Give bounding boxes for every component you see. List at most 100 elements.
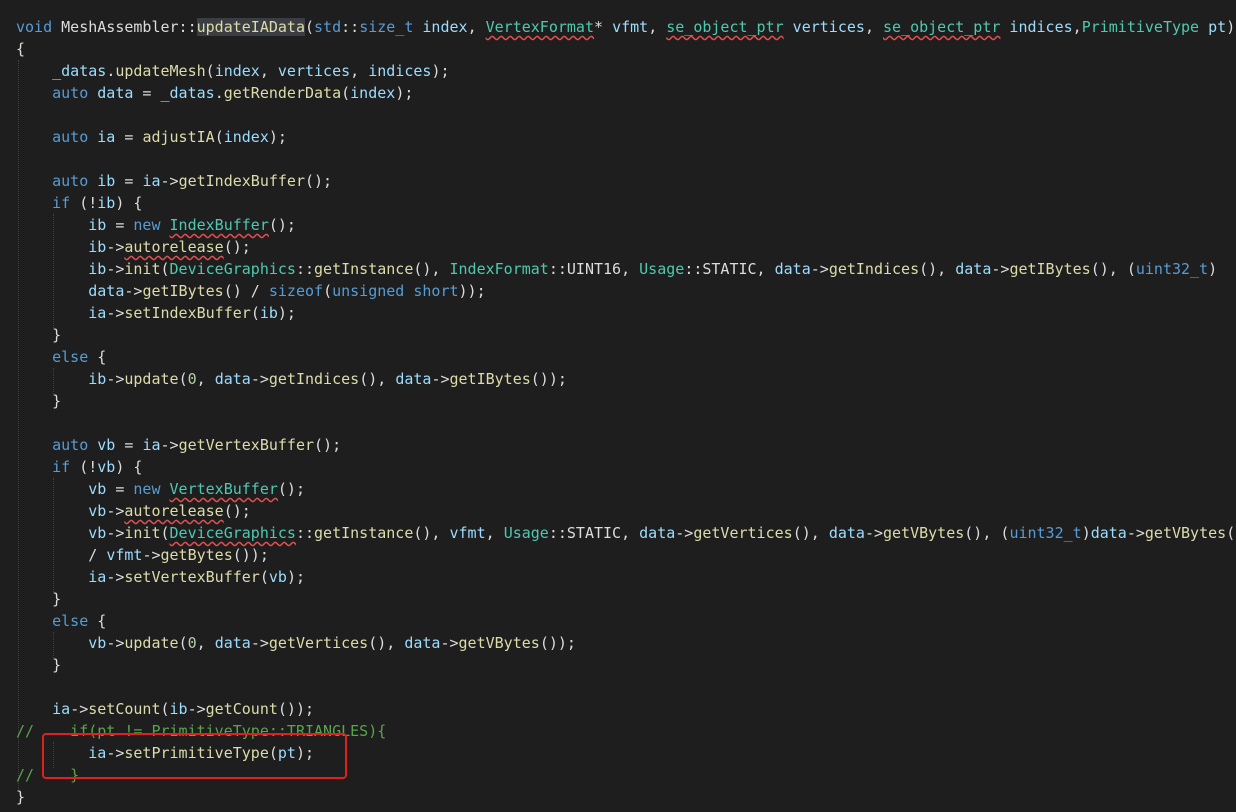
code-token: -> <box>864 524 883 542</box>
code-token: (), <box>413 524 450 542</box>
code-token: (); <box>277 480 305 498</box>
code-line[interactable]: ib->init(DeviceGraphics::getInstance(), … <box>16 258 1217 280</box>
code-token: , <box>259 62 278 80</box>
code-line[interactable]: else { <box>16 610 106 632</box>
code-token: { <box>16 40 26 58</box>
code-token: setVertexBuffer <box>124 568 260 586</box>
code-line[interactable]: vb->update(0, data->getVertices(), data-… <box>16 632 576 654</box>
code-line[interactable]: ia->setCount(ib->getCount()); <box>16 698 314 720</box>
code-line[interactable]: vb->init(DeviceGraphics::getInstance(), … <box>16 522 1236 544</box>
code-token: IndexFormat <box>449 260 549 278</box>
code-token: vb <box>97 458 116 476</box>
code-line[interactable]: _datas.updateMesh(index, vertices, indic… <box>16 60 449 82</box>
code-token: ()); <box>277 700 315 718</box>
code-token: ib <box>88 216 107 234</box>
code-token: ia <box>88 304 107 322</box>
code-token: pt <box>1199 18 1227 36</box>
code-token: data <box>828 524 865 542</box>
code-token: } <box>16 656 62 674</box>
code-token: -> <box>991 260 1010 278</box>
code-token: se_object_ptr <box>666 18 784 36</box>
code-token: ( <box>205 62 215 80</box>
code-line[interactable]: void MeshAssembler::updateIAData(std::si… <box>16 16 1235 38</box>
code-token: = <box>115 436 143 454</box>
highlight-box <box>42 733 347 779</box>
code-token: data <box>955 260 992 278</box>
code-token: () / <box>223 282 269 300</box>
code-token: new <box>133 480 170 498</box>
code-editor[interactable]: void MeshAssembler::updateIAData(std::si… <box>0 0 1236 812</box>
code-token: ib <box>169 700 188 718</box>
code-token: = <box>106 480 134 498</box>
code-line[interactable]: ib = new IndexBuffer(); <box>16 214 296 236</box>
code-token: if <box>52 194 80 212</box>
code-token: , <box>485 524 504 542</box>
code-token: data <box>214 370 251 388</box>
code-token: getRenderData <box>223 84 342 102</box>
code-line[interactable]: ia->setVertexBuffer(vb); <box>16 566 305 588</box>
code-line[interactable]: if (!ib) { <box>16 192 142 214</box>
code-token: ()); <box>539 634 576 652</box>
code-line[interactable]: auto vb = ia->getVertexBuffer(); <box>16 434 341 456</box>
code-token: . <box>106 62 116 80</box>
code-token: ); <box>395 84 414 102</box>
code-line[interactable]: vb->autorelease(); <box>16 500 251 522</box>
code-line[interactable]: { <box>16 38 25 60</box>
code-line[interactable]: auto data = _datas.getRenderData(index); <box>16 82 413 104</box>
code-token: _datas <box>160 84 215 102</box>
code-line[interactable]: } <box>16 324 61 346</box>
code-token: ( <box>323 282 333 300</box>
code-token: VertexBuffer <box>169 480 278 498</box>
code-token: } <box>16 590 62 608</box>
code-token: } <box>16 326 62 344</box>
code-line[interactable]: vb = new VertexBuffer(); <box>16 478 305 500</box>
code-token: ) <box>1081 524 1091 542</box>
code-line[interactable]: else { <box>16 346 106 368</box>
code-token: void <box>16 18 62 36</box>
code-token: DeviceGraphics <box>169 524 296 542</box>
code-token: (! <box>79 194 98 212</box>
code-token: -> <box>106 260 125 278</box>
code-line[interactable]: / vfmt->getBytes()); <box>16 544 269 566</box>
code-line[interactable]: ib->autorelease(); <box>16 236 251 258</box>
code-line[interactable]: auto ia = adjustIA(index); <box>16 126 287 148</box>
code-token: getCount <box>205 700 278 718</box>
code-token: (); <box>268 216 296 234</box>
code-token: = <box>133 84 161 102</box>
code-token: getVertexBuffer <box>178 436 315 454</box>
code-line[interactable]: auto ib = ia->getIndexBuffer(); <box>16 170 332 192</box>
code-line[interactable]: ib->update(0, data->getIndices(), data->… <box>16 368 567 390</box>
code-token: ( <box>160 260 170 278</box>
code-line[interactable]: data->getIBytes() / sizeof(unsigned shor… <box>16 280 485 302</box>
code-line[interactable]: } <box>16 390 61 412</box>
code-line[interactable]: } <box>16 654 61 676</box>
code-token: uint32_t <box>1009 524 1082 542</box>
code-token: vfmt <box>106 546 143 564</box>
code-token: getBytes <box>160 546 233 564</box>
code-token: :: <box>295 524 315 542</box>
code-token: * <box>594 18 613 36</box>
code-line[interactable]: if (!vb) { <box>16 456 142 478</box>
code-token: ( <box>259 568 269 586</box>
code-line[interactable]: } <box>16 588 61 610</box>
code-token: (); <box>223 502 251 520</box>
code-token: vfmt <box>449 524 486 542</box>
code-token: getInstance <box>314 524 414 542</box>
code-token: updateMesh <box>115 62 206 80</box>
code-token: } <box>16 392 62 410</box>
code-token: ia <box>97 128 116 146</box>
code-token: else <box>52 612 98 630</box>
code-token: ) { <box>115 458 143 476</box>
code-token: ( <box>214 128 224 146</box>
code-line[interactable]: ia->setIndexBuffer(ib); <box>16 302 296 324</box>
code-token: ( <box>341 84 351 102</box>
code-token: data <box>404 634 441 652</box>
code-token: -> <box>106 238 125 256</box>
code-line[interactable]: } <box>16 786 25 808</box>
